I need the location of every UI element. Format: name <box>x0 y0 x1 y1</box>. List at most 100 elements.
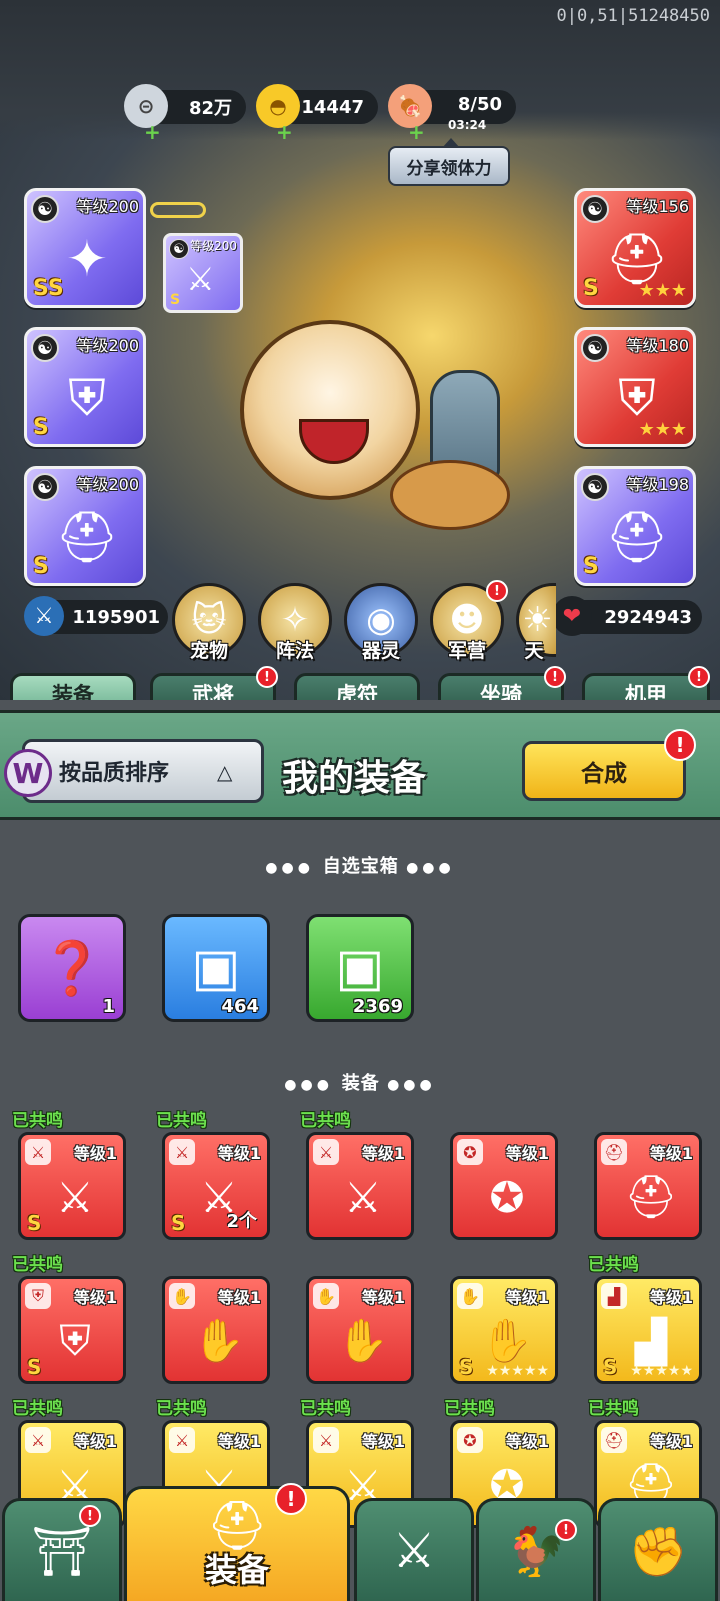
nav-team-button[interactable]: 🐓 ! <box>476 1498 596 1601</box>
equip-slot-left-2[interactable]: ☯ 等级200 ⛨ S <box>24 327 146 447</box>
shop-gate-icon: ⛩ <box>31 1523 93 1580</box>
sword-slot-icon: ⚔ <box>25 1427 51 1453</box>
equip-slot-right-3[interactable]: ☯ 等级198 ⛑ S <box>574 466 696 586</box>
nav-upgrade-button[interactable]: ✊ <box>598 1498 718 1601</box>
item-level: 等级1 <box>217 1288 261 1307</box>
health-bar: ❤ 2924943 <box>552 596 702 636</box>
stamina-plus-icon[interactable]: + <box>408 120 425 144</box>
silver-plus-icon[interactable]: + <box>144 120 161 144</box>
equip-slot-left-1[interactable]: ☯ 等级200 ✦ SS <box>24 188 146 308</box>
hero-illustration[interactable] <box>230 200 570 560</box>
equipment-item[interactable]: ⚔ 等级1 ⚔ <box>306 1132 414 1240</box>
item-level: 等级1 <box>505 1432 549 1451</box>
item-level: 等级1 <box>361 1144 405 1163</box>
item-quantity: 2个 <box>226 1211 257 1232</box>
tab-tiger-tally[interactable]: 虎符 <box>294 673 420 700</box>
medal-slot-icon: ✪ <box>457 1427 483 1453</box>
medal-slot-icon: ✪ <box>457 1139 483 1165</box>
equipment-item[interactable]: ✪ 等级1 ✪ <box>450 1132 558 1240</box>
stamina-resource[interactable]: 🍖 + 8/50 03:24 <box>388 84 516 144</box>
resonance-label: 已共鸣 <box>300 1111 351 1131</box>
resonance-label: 已共鸣 <box>156 1399 207 1419</box>
helmet-icon: ⛑ <box>55 507 119 566</box>
nav-shop-button[interactable]: ⛩ ! <box>2 1498 122 1601</box>
item-level: 等级1 <box>505 1288 549 1307</box>
yin-yang-icon: ☯ <box>31 195 59 223</box>
chest-item[interactable]: ▣ 2369 <box>306 914 414 1022</box>
hero-scene: 0|0,51|51248450 ⊝ + 82万 ◓ + 14447 🍖 + 8/… <box>0 0 720 700</box>
panel-title: 我的装备 <box>282 758 427 799</box>
yin-yang-icon: ☯ <box>169 239 189 259</box>
item-level: 等级1 <box>217 1144 261 1163</box>
equipment-item[interactable]: ⚔ 等级1 ⚔ S <box>18 1132 126 1240</box>
weapon-icon: ⚔ <box>186 260 215 298</box>
slot-level: 等级200 <box>76 475 139 494</box>
shop-alert-badge: ! <box>79 1505 101 1527</box>
chest-item[interactable]: ▣ 464 <box>162 914 270 1022</box>
chest-item[interactable]: ❓ 1 <box>18 914 126 1022</box>
compose-button[interactable]: 合成 <box>522 741 686 801</box>
silver-resource[interactable]: ⊝ + 82万 <box>124 84 246 144</box>
selectable-chest-title: 自选宝箱 <box>322 856 399 877</box>
barracks-label: 军营 <box>447 640 486 662</box>
slot-stars: ★★★ <box>638 419 687 440</box>
yin-yang-icon: ☯ <box>31 473 59 501</box>
equipment-item[interactable]: ✋ 等级1 ✋ S ★★★★★ <box>450 1276 558 1384</box>
sword-slot-icon: ⚔ <box>25 1139 51 1165</box>
medal-icon: ✪ <box>489 1172 525 1222</box>
item-level: 等级1 <box>73 1432 117 1451</box>
mount-alert-badge: ! <box>544 666 566 688</box>
selectable-chest-header: ●●● 自选宝箱 ●●● <box>0 852 720 878</box>
item-level: 等级1 <box>505 1144 549 1163</box>
share-stamina-button[interactable]: 分享领体力 <box>388 138 510 186</box>
equip-slot-right-1[interactable]: ☯ 等级156 ⛑ S ★★★ <box>574 188 696 308</box>
attack-power-value: 1195901 <box>72 606 160 628</box>
resonance-label: 已共鸣 <box>156 1111 207 1131</box>
gold-value: 14447 <box>301 96 364 118</box>
resonance-label: 已共鸣 <box>588 1255 639 1275</box>
equipment-item[interactable]: ▟ 等级1 ▟ S ★★★★★ <box>594 1276 702 1384</box>
tab-equipment[interactable]: 装备 <box>10 673 136 700</box>
triangle-up-icon: △ <box>217 760 233 784</box>
slot-level: 等级180 <box>626 336 689 355</box>
gold-plus-icon[interactable]: + <box>276 120 293 144</box>
equipment-item[interactable]: ✋ 等级1 ✋ <box>162 1276 270 1384</box>
mystery-chest-icon: ❓ <box>39 938 105 999</box>
nav-battle-button[interactable]: ⚔ <box>354 1498 474 1601</box>
generals-alert-badge: ! <box>256 666 278 688</box>
equipment-panel-header: 按品质排序 △ W 我的装备 合成 ! <box>0 710 720 820</box>
mecha-alert-badge: ! <box>688 666 710 688</box>
equipment-item[interactable]: ⛨ 等级1 ⛨ S <box>18 1276 126 1384</box>
barracks-soldier-icon: ☻ <box>449 600 485 640</box>
item-stars: ★★★★★ <box>486 1363 549 1379</box>
item-grade: S <box>171 1211 186 1235</box>
item-level: 等级1 <box>217 1432 261 1451</box>
gourd-mount-figure <box>390 460 510 530</box>
equip-slot-left-3[interactable]: ☯ 等级200 ⛑ S <box>24 466 146 586</box>
tiger-beast-figure <box>240 320 420 500</box>
equipment-item[interactable]: ⚔ 等级1 ⚔ S 2个 <box>162 1132 270 1240</box>
sword-power-icon: ⚔ <box>24 596 64 636</box>
equipment-item[interactable]: ⛑ 等级1 ⛑ <box>594 1132 702 1240</box>
resonance-label: 已共鸣 <box>12 1111 63 1131</box>
equipment-item[interactable]: ✋ 等级1 ✋ <box>306 1276 414 1384</box>
item-grade: S <box>27 1355 42 1379</box>
nav-equipment-label: 装备 <box>204 1551 269 1589</box>
heaven-label: 天 <box>524 640 544 662</box>
stamina-timer: 03:24 <box>448 118 487 132</box>
nav-equipment-button[interactable]: ⛑ ! 装备 <box>124 1483 350 1601</box>
slot-level: 等级200 <box>76 336 139 355</box>
equip-slot-right-2[interactable]: ☯ 等级180 ⛨ ★★★ <box>574 327 696 447</box>
heaven-icon: ☀ <box>522 600 553 640</box>
yin-yang-icon: ☯ <box>581 334 609 362</box>
slot-level: 等级200 <box>76 197 139 216</box>
sword-slot-icon: ⚔ <box>169 1139 195 1165</box>
helmet-slot-icon: ⛑ <box>601 1139 627 1165</box>
sort-by-quality-button[interactable]: 按品质排序 △ <box>22 739 264 803</box>
cat-pet-icon: 🐱 <box>191 600 227 640</box>
linked-equip-slot[interactable]: ☯ 等级200 ⚔ S <box>163 233 243 313</box>
item-level: 等级1 <box>361 1288 405 1307</box>
gold-resource[interactable]: ◓ + 14447 <box>256 84 378 144</box>
compose-alert-badge: ! <box>664 729 696 761</box>
glove-icon: ✋ <box>192 1316 246 1365</box>
